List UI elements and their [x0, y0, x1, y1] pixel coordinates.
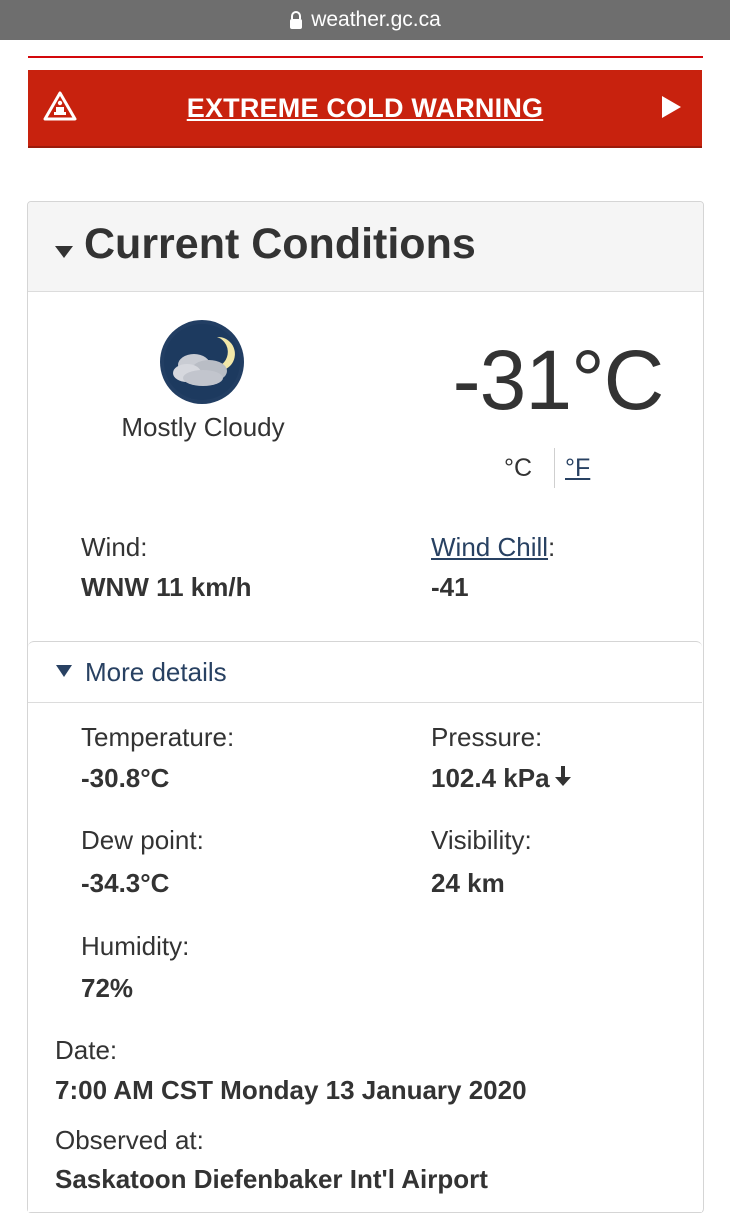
unit-divider [554, 448, 555, 488]
dewpoint-value: -34.3°C [81, 868, 170, 898]
visibility-label: Visibility: [431, 825, 532, 855]
url-text: weather.gc.ca [311, 8, 441, 31]
more-details-panel: More details Temperature: -30.8°C Pressu… [28, 641, 702, 1212]
humidity-label: Humidity: [81, 931, 190, 961]
wind-label: Wind: [81, 532, 148, 562]
humidity-value: 72% [81, 973, 134, 1003]
pressure-row: 102.4 kPa [431, 763, 572, 794]
mostly-cloudy-night-icon [159, 319, 245, 405]
current-conditions-card: Current Conditions Mostly Cloudy -31°C °… [27, 201, 704, 1213]
temperature-label: Temperature: [81, 722, 235, 752]
wind-value: WNW 11 km/h [81, 572, 252, 602]
condition-label: Mostly Cloudy [121, 412, 285, 442]
pressure-label: Pressure: [431, 722, 543, 752]
windchill-colon: : [548, 532, 556, 562]
date-label: Date: [55, 1035, 118, 1065]
more-details-toggle[interactable]: More details [28, 642, 702, 703]
current-conditions-header[interactable]: Current Conditions [28, 202, 703, 292]
browser-url-bar[interactable]: weather.gc.ca [0, 0, 730, 40]
unit-celsius: °C [504, 454, 533, 482]
observed-value: Saskatoon Diefenbaker Int'l Airport [55, 1164, 488, 1194]
temperature-value: -30.8°C [81, 763, 170, 793]
pressure-value: 102.4 kPa [431, 763, 550, 793]
caret-down-icon [54, 245, 74, 264]
play-arrow-icon [660, 95, 682, 124]
current-temperature: -31°C [452, 333, 665, 427]
date-value: 7:00 AM CST Monday 13 January 2020 [55, 1075, 527, 1105]
section-title: Current Conditions [84, 220, 476, 268]
lock-icon [289, 11, 303, 29]
warning-link[interactable]: EXTREME COLD WARNING [187, 93, 544, 124]
caret-down-icon [55, 664, 73, 683]
dewpoint-label: Dew point: [81, 825, 204, 855]
windchill-link[interactable]: Wind Chill [431, 532, 548, 562]
more-details-label: More details [85, 657, 227, 687]
observed-label: Observed at: [55, 1125, 204, 1155]
windchill-value: -41 [431, 572, 469, 602]
windchill-label: Wind Chill: [431, 532, 555, 563]
extreme-cold-warning-banner[interactable]: EXTREME COLD WARNING [28, 70, 702, 148]
visibility-value: 24 km [431, 868, 505, 898]
arrow-down-icon [554, 763, 572, 794]
header-divider [28, 56, 703, 58]
warning-triangle-icon [43, 91, 77, 126]
unit-fahrenheit-link[interactable]: °F [565, 454, 590, 483]
